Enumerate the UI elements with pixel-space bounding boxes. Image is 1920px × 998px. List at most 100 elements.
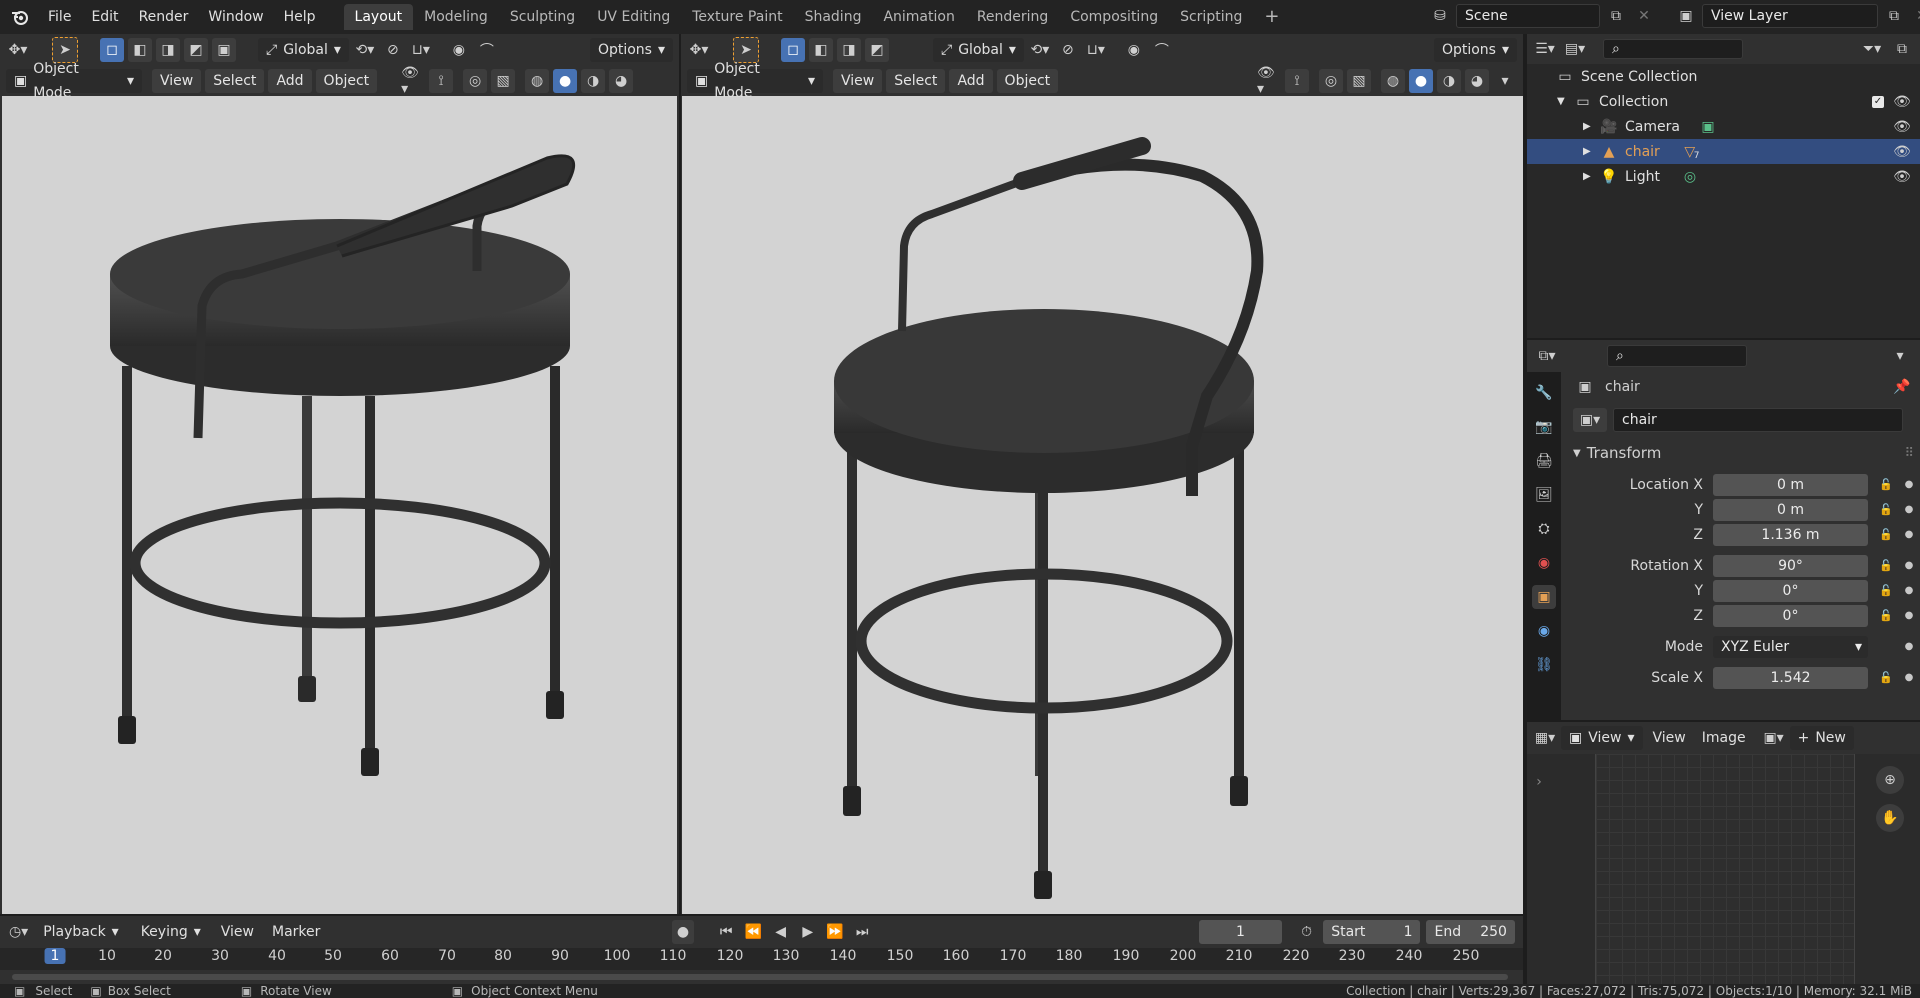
solid-shading-icon[interactable]: ● (553, 69, 578, 93)
gizmo-icon[interactable]: ⟟ (1285, 69, 1309, 93)
outliner-item-light[interactable]: ▶ 💡 Light ◎ 👁 (1527, 164, 1920, 189)
drag-handle-icon[interactable]: ⠿ (1904, 446, 1914, 461)
timeline-editor-type-icon[interactable]: ◷▾ (8, 920, 29, 944)
menu-help[interactable]: Help (274, 0, 326, 34)
next-keyframe-icon[interactable]: ⏩ (824, 920, 845, 944)
add-menu[interactable]: Add (949, 69, 993, 93)
play-reverse-icon[interactable]: ◀ (770, 920, 791, 944)
tab-animation[interactable]: Animation (872, 4, 965, 30)
menu-edit[interactable]: Edit (81, 0, 128, 34)
keyframe-dot-icon[interactable]: ● (1902, 672, 1916, 683)
filter-icon[interactable]: ⏷▾ (1860, 37, 1884, 61)
camera-data-icon[interactable]: ▣ (1696, 115, 1720, 139)
viewport-left-canvas[interactable] (2, 96, 677, 914)
lock-icon[interactable]: 🔓 (1876, 609, 1896, 622)
shading-options-icon[interactable]: ▾ (1493, 69, 1517, 93)
constraints-tab-icon[interactable]: ⛓ (1532, 653, 1556, 677)
proportional-edit-icon[interactable]: ◉ (1122, 38, 1146, 62)
editor-type-icon[interactable]: ✥▾ (6, 38, 30, 62)
tab-compositing[interactable]: Compositing (1059, 4, 1169, 30)
select-menu[interactable]: Select (886, 69, 946, 93)
jump-start-icon[interactable]: ⏮ (716, 920, 737, 944)
blender-logo-icon[interactable] (8, 5, 32, 29)
mode-dropdown[interactable]: ▣ Object Mode ▾ (6, 61, 142, 101)
outliner-scene-collection[interactable]: ▭ Scene Collection (1527, 64, 1920, 89)
outliner-item-camera[interactable]: ▶ 🎥 Camera ▣ 👁 (1527, 114, 1920, 139)
outliner-collection[interactable]: ▼ ▭ Collection ✓ 👁 (1527, 89, 1920, 114)
outliner-search-input[interactable]: ⌕ (1603, 39, 1743, 59)
timeline-scrollbar[interactable] (12, 974, 1508, 980)
tab-rendering[interactable]: Rendering (966, 4, 1060, 30)
scale-x-field[interactable]: 1.542 (1713, 666, 1868, 689)
menu-window[interactable]: Window (198, 0, 273, 34)
snap-target-icon[interactable]: ⊔▾ (409, 38, 433, 62)
rendered-shading-icon[interactable]: ◕ (1465, 69, 1489, 93)
object-menu[interactable]: Object (315, 69, 378, 93)
keyframe-dot-icon[interactable]: ● (1902, 504, 1916, 515)
select-mode-subtract-icon[interactable]: ◨ (837, 38, 861, 62)
view-menu[interactable]: View (152, 69, 202, 93)
keyframe-dot-icon[interactable]: ● (1902, 610, 1916, 621)
expand-arrow-icon[interactable]: ▶ (1583, 146, 1597, 157)
visibility-eye-icon[interactable]: 👁 (1890, 140, 1914, 164)
overlay-icon[interactable]: ◎ (463, 69, 488, 93)
new-view-layer-icon[interactable]: ⧉ (1882, 4, 1906, 28)
lock-icon[interactable]: 🔓 (1876, 584, 1896, 597)
object-name-field[interactable]: chair (1613, 408, 1903, 432)
rotation-mode-dropdown[interactable]: XYZ Euler ▾ (1713, 635, 1868, 658)
tab-sculpting[interactable]: Sculpting (499, 4, 586, 30)
tab-scripting[interactable]: Scripting (1169, 4, 1253, 30)
new-scene-icon[interactable]: ⧉ (1604, 4, 1628, 28)
record-icon[interactable]: ● (672, 920, 694, 944)
outliner-item-chair[interactable]: ▶ ▲ chair ▽ 7 👁 (1527, 139, 1920, 164)
pivot-icon[interactable]: ⟲▾ (353, 38, 377, 62)
lock-icon[interactable]: 🔓 (1876, 503, 1896, 516)
timeline-ruler[interactable]: 1 10 20 30 40 50 60 70 80 90 100 110 120… (0, 948, 1523, 970)
scene-name-field[interactable]: Scene (1456, 4, 1600, 28)
rendered-shading-icon[interactable]: ◕ (609, 69, 634, 93)
prev-keyframe-icon[interactable]: ⏪ (743, 920, 764, 944)
menu-render[interactable]: Render (129, 0, 199, 34)
pin-icon[interactable]: 📌 (1890, 375, 1914, 399)
image-editor-type-icon[interactable]: ▦▾ (1533, 726, 1557, 750)
tool-tab-icon[interactable]: 🔧 (1532, 381, 1556, 405)
snap-icon[interactable]: ⊘ (381, 38, 405, 62)
new-image-button[interactable]: + New (1789, 726, 1854, 750)
tab-texture-paint[interactable]: Texture Paint (681, 4, 793, 30)
add-workspace-button[interactable]: + (1253, 4, 1290, 30)
play-icon[interactable]: ▶ (797, 920, 818, 944)
view-layer-name-field[interactable]: View Layer (1702, 4, 1878, 28)
keyframe-dot-icon[interactable]: ● (1902, 641, 1916, 652)
falloff-icon[interactable]: ⌒ (475, 38, 499, 62)
view-layer-tab-icon[interactable]: 🖼 (1532, 483, 1556, 507)
delete-scene-icon[interactable]: ✕ (1632, 4, 1656, 28)
xray-icon[interactable]: ▧ (491, 69, 516, 93)
playback-menu[interactable]: Playback ▾ (35, 920, 127, 944)
zoom-icon[interactable]: ⊕ (1876, 766, 1904, 794)
stopwatch-icon[interactable]: ⏱ (1296, 920, 1317, 944)
render-tab-icon[interactable]: 📷 (1532, 415, 1556, 439)
physics-tab-icon[interactable]: ◉ (1532, 619, 1556, 643)
scene-tab-icon[interactable]: ⛭ (1532, 517, 1556, 541)
world-tab-icon[interactable]: ◉ (1532, 551, 1556, 575)
select-mode-extend-icon[interactable]: ◧ (809, 38, 833, 62)
view-menu[interactable]: View (833, 69, 883, 93)
image-browse-icon[interactable]: ▣▾ (1762, 726, 1786, 750)
lock-icon[interactable]: 🔓 (1876, 478, 1896, 491)
transform-orientation-dropdown[interactable]: ⤢ Global ▾ (933, 38, 1024, 62)
pivot-icon[interactable]: ⟲▾ (1028, 38, 1052, 62)
select-mode-invert-icon[interactable]: ◩ (184, 38, 208, 62)
transform-orientation-dropdown[interactable]: ⤢ Global ▾ (258, 38, 349, 62)
rotation-y-field[interactable]: 0° (1713, 579, 1868, 602)
wireframe-shading-icon[interactable]: ◍ (1381, 69, 1405, 93)
collapse-arrow-icon[interactable]: › (1527, 770, 1551, 794)
select-mode-extend-icon[interactable]: ◧ (128, 38, 152, 62)
location-y-field[interactable]: 0 m (1713, 498, 1868, 521)
lock-icon[interactable]: 🔓 (1876, 528, 1896, 541)
overlay-icon[interactable]: ◎ (1319, 69, 1343, 93)
visibility-icon[interactable]: 👁▾ (401, 65, 425, 97)
object-tab-icon[interactable]: ▣ (1532, 585, 1556, 609)
location-z-field[interactable]: 1.136 m (1713, 523, 1868, 546)
end-frame-field[interactable]: End 250 (1426, 920, 1515, 944)
image-editor-canvas[interactable] (1595, 754, 1855, 988)
